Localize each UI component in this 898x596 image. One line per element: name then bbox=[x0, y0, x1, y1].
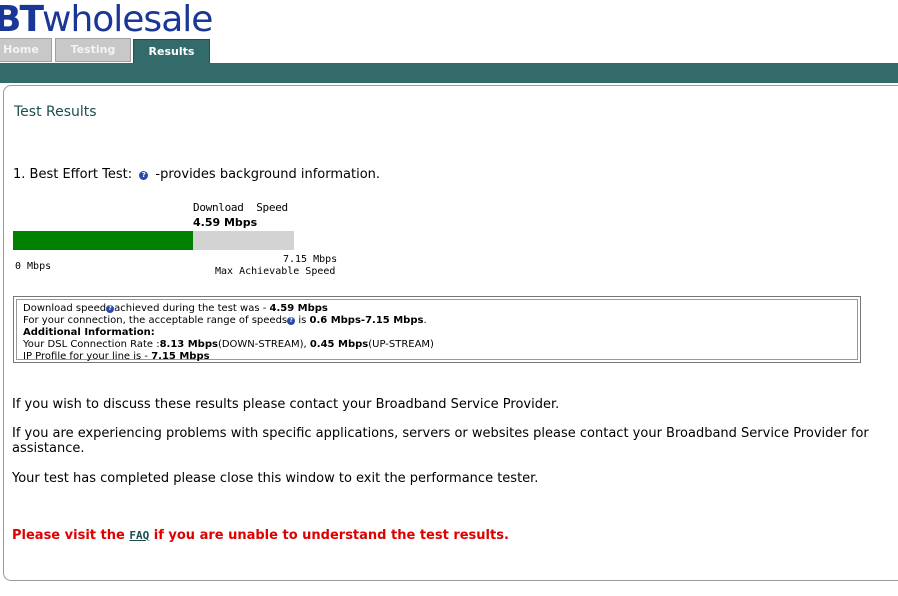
info-text: (DOWN-STREAM), bbox=[217, 339, 310, 350]
question-icon[interactable]: ? bbox=[106, 305, 115, 313]
faq-notice-text: if you are unable to understand the test… bbox=[149, 528, 509, 543]
info-ip-profile-value: 7.15 Mbps bbox=[151, 351, 210, 362]
faq-notice: Please visit the FAQ if you are unable t… bbox=[12, 528, 509, 543]
info-text: Your DSL Connection Rate : bbox=[23, 339, 160, 350]
info-line-additional: Additional Information: bbox=[23, 327, 851, 339]
info-text: . bbox=[423, 315, 427, 326]
meter-max-caption: Max Achievable Speed bbox=[215, 266, 336, 277]
tab-home[interactable]: Home bbox=[0, 38, 52, 62]
info-text: For your connection, the acceptable rang… bbox=[23, 315, 288, 326]
question-icon[interactable]: ? bbox=[287, 317, 296, 325]
info-text: Download speed bbox=[23, 303, 107, 314]
faq-notice-text: Please visit the bbox=[12, 528, 130, 543]
info-line-download: Download speed? achieved during the test … bbox=[23, 303, 851, 315]
problems-text: If you are experiencing problems with sp… bbox=[12, 426, 869, 456]
info-text: IP Profile for your line is - bbox=[23, 351, 152, 362]
download-speed-value: 4.59 Mbps bbox=[193, 216, 258, 229]
test-completed-text: Your test has completed please close thi… bbox=[12, 471, 539, 486]
speed-meter bbox=[13, 231, 294, 250]
info-download-value: 4.59 Mbps bbox=[269, 303, 328, 314]
faq-link[interactable]: FAQ bbox=[129, 529, 149, 542]
info-text: (UP-STREAM) bbox=[368, 339, 434, 350]
download-speed-label: Download Speed bbox=[193, 201, 288, 214]
page-title: Test Results bbox=[14, 104, 97, 120]
best-effort-description: -provides background information. bbox=[155, 167, 381, 182]
contact-provider-text: If you wish to discuss these results ple… bbox=[12, 397, 560, 412]
question-icon[interactable]: ? bbox=[139, 171, 149, 180]
info-box: Download speed? achieved during the test … bbox=[13, 296, 861, 363]
info-line-ip-profile: IP Profile for your line is - 7.15 Mbps bbox=[23, 351, 851, 363]
info-additional-heading: Additional Information: bbox=[23, 327, 155, 338]
meter-min-label: 0 Mbps bbox=[15, 261, 52, 272]
speed-meter-fill bbox=[13, 231, 193, 250]
info-upstream-value: 0.45 Mbps bbox=[309, 339, 369, 350]
logo-bt: BT bbox=[0, 0, 44, 40]
info-line-range: For your connection, the acceptable rang… bbox=[23, 315, 851, 327]
info-downstream-value: 8.13 Mbps bbox=[159, 339, 218, 350]
info-text: is bbox=[295, 315, 310, 326]
info-text: achieved during the test was - bbox=[114, 303, 270, 314]
info-range-value: 0.6 Mbps-7.15 Mbps bbox=[309, 315, 424, 326]
header-bar bbox=[0, 63, 898, 83]
info-line-dsl: Your DSL Connection Rate :8.13 Mbps(DOWN… bbox=[23, 339, 851, 351]
tab-testing[interactable]: Testing bbox=[55, 38, 131, 62]
logo-wholesale: wholesale bbox=[42, 0, 213, 40]
meter-max-value: 7.15 Mbps bbox=[283, 254, 338, 265]
best-effort-label: 1. Best Effort Test: bbox=[13, 167, 133, 182]
bt-wholesale-logo: BTwholesale bbox=[0, 0, 213, 42]
info-box-content: Download speed? achieved during the test … bbox=[16, 299, 858, 363]
best-effort-heading: 1. Best Effort Test: ? -provides backgro… bbox=[13, 167, 380, 182]
tab-results[interactable]: Results bbox=[133, 39, 210, 64]
